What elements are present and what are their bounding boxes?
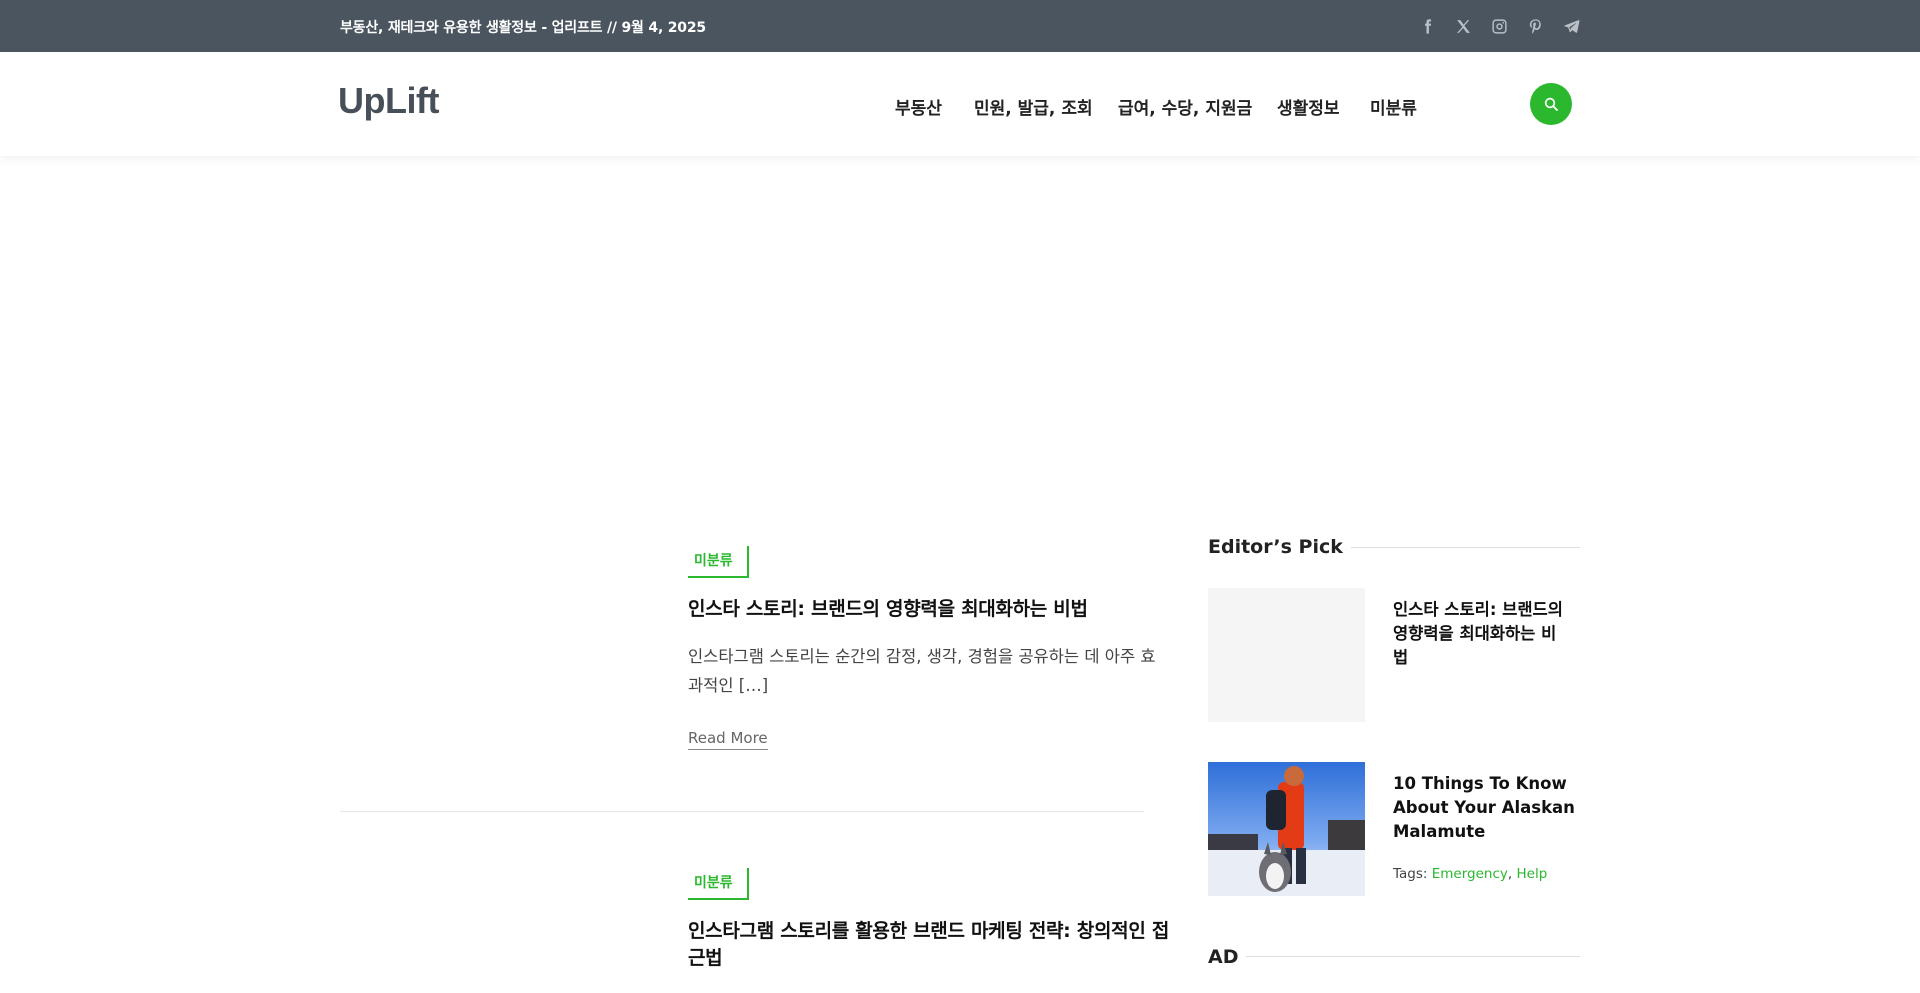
top-bar-tagline: 부동산, 재테크와 유용한 생활정보 - 업리프트 // 9월 4, 2025	[340, 20, 706, 36]
post-title[interactable]: 인스타 스토리: 브랜드의 영향력을 최대화하는 비법	[688, 596, 1088, 624]
editors-pick-title: Editor’s Pick	[1208, 536, 1351, 558]
post-tags: Tags: Emergency, Help	[1393, 866, 1547, 882]
post-excerpt-line: 인스타그램 스토리는 순간의 감정, 생각, 경험을 공유하는 데 아주 효	[688, 647, 1156, 666]
tag-separator: ,	[1507, 866, 1513, 882]
category-badge[interactable]: 미분류	[688, 546, 749, 578]
instagram-icon[interactable]	[1488, 15, 1510, 37]
nav-item-uncategorized[interactable]: 미분류	[1370, 94, 1417, 119]
site-header: UpLift 부동산 민원, 발급, 조회 급여, 수당, 지원금 생활정보 미…	[0, 52, 1920, 156]
pinterest-icon[interactable]	[1524, 15, 1546, 37]
pick-title-line[interactable]: Malamute	[1393, 820, 1485, 844]
search-button[interactable]	[1530, 83, 1572, 125]
telegram-icon[interactable]	[1560, 15, 1582, 37]
pick-thumbnail-placeholder[interactable]	[1208, 588, 1365, 722]
post-divider	[340, 811, 1144, 812]
tags-label: Tags:	[1393, 866, 1428, 882]
facebook-icon[interactable]	[1416, 15, 1438, 37]
person-with-dog-photo	[1208, 762, 1365, 896]
nav-item-real-estate[interactable]: 부동산	[895, 94, 942, 119]
category-badge[interactable]: 미분류	[688, 868, 749, 900]
pick-title-line[interactable]: 영향력을 최대화하는 비	[1393, 622, 1556, 646]
site-logo[interactable]: UpLift	[338, 80, 439, 122]
pick-thumbnail-photo[interactable]	[1208, 762, 1365, 896]
nav-item-living-info[interactable]: 생활정보	[1277, 94, 1340, 119]
x-twitter-icon[interactable]	[1452, 15, 1474, 37]
post-title-line[interactable]: 인스타그램 스토리를 활용한 브랜드 마케팅 전략: 창의적인 접	[688, 918, 1169, 946]
nav-item-benefits[interactable]: 급여, 수당, 지원금	[1118, 94, 1252, 119]
tag-link-emergency[interactable]: Emergency	[1432, 866, 1508, 882]
pick-title-line[interactable]: About Your Alaskan	[1393, 796, 1575, 820]
widget-title-line	[1240, 956, 1580, 957]
search-icon	[1544, 97, 1558, 111]
post-excerpt-line: 과적인 […]	[688, 676, 769, 695]
ad-widget-title: AD	[1208, 946, 1247, 968]
pick-title-line[interactable]: 법	[1393, 646, 1408, 670]
pick-title-line[interactable]: 인스타 스토리: 브랜드의	[1393, 598, 1563, 622]
widget-title-line	[1320, 547, 1580, 548]
pick-title-line[interactable]: 10 Things To Know	[1393, 772, 1567, 796]
top-bar: 부동산, 재테크와 유용한 생활정보 - 업리프트 // 9월 4, 2025	[0, 0, 1920, 52]
tag-link-help[interactable]: Help	[1516, 866, 1547, 882]
nav-item-civil-affairs[interactable]: 민원, 발급, 조회	[974, 94, 1093, 119]
read-more-link[interactable]: Read More	[688, 729, 768, 750]
post-title-line[interactable]: 근법	[688, 945, 723, 973]
